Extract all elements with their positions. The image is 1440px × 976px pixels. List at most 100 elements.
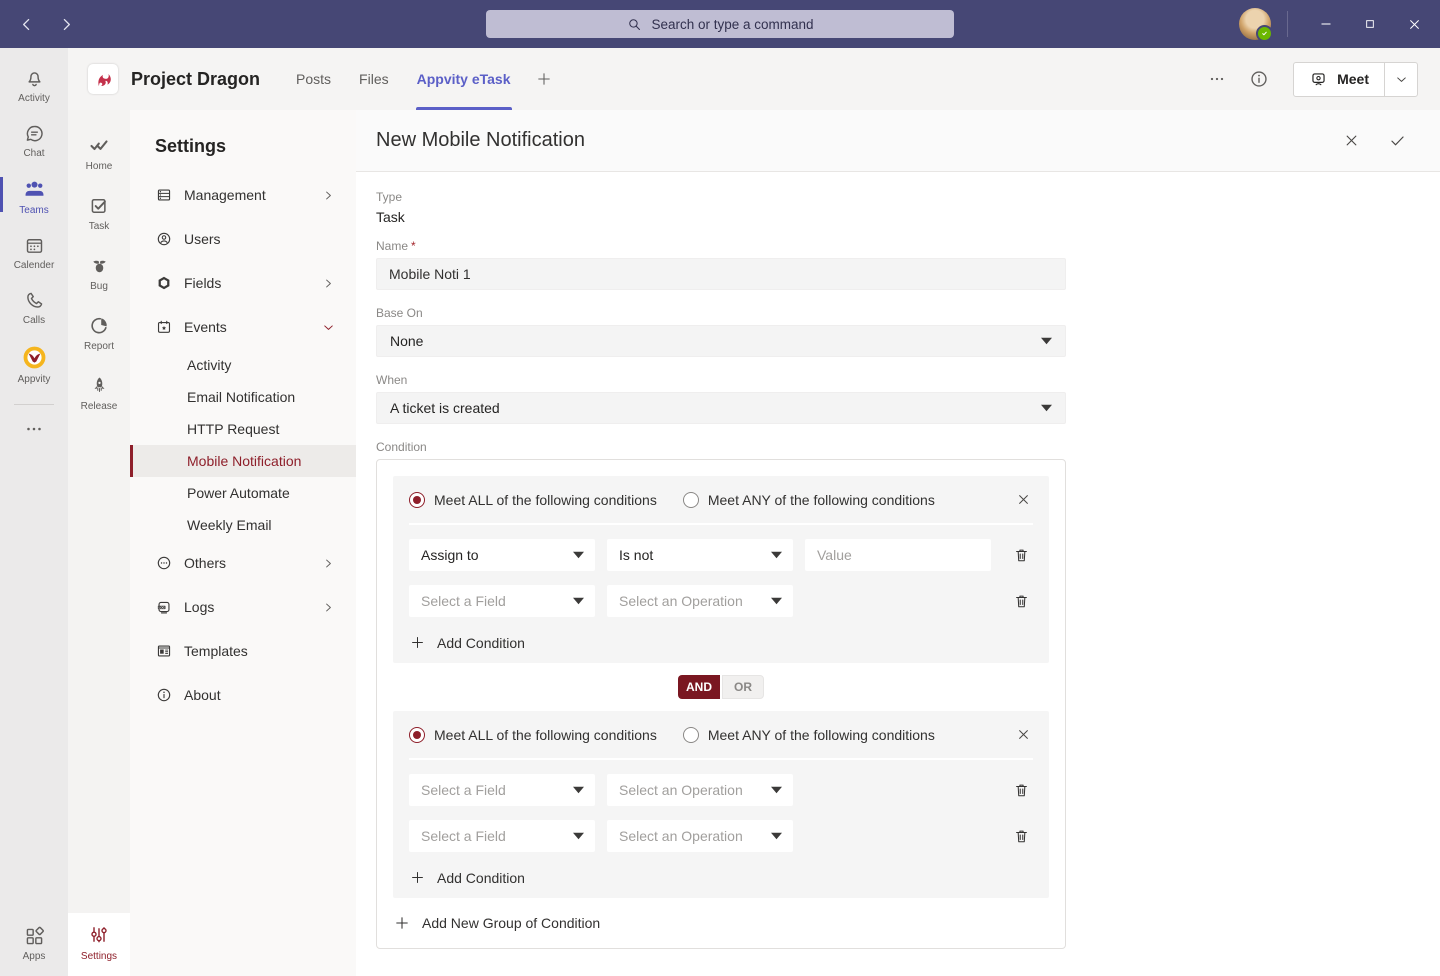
rail-item-activity[interactable]: Activity [0,58,68,113]
apps-grid-icon [23,925,46,948]
back-button[interactable] [16,14,36,34]
and-button[interactable]: AND [678,675,720,699]
nav-item-about[interactable]: About [130,673,356,717]
rail-item-apps[interactable]: Apps [0,916,68,976]
nav-item-others[interactable]: Others [130,541,356,585]
operation-dropdown[interactable]: Select an Operation [607,585,793,617]
condition-row: Select a Field Select an Operation [409,585,1033,617]
or-button[interactable]: OR [722,675,764,699]
chevron-right-icon [321,600,336,615]
tab-appvity-etask[interactable]: Appvity eTask [403,48,525,110]
nav-item-fields[interactable]: Fields [130,261,356,305]
caret-down-icon [573,597,584,605]
log-icon [155,598,173,617]
module-item-report[interactable]: Report [68,303,130,363]
delete-row-button[interactable] [1012,781,1031,800]
module-item-release[interactable]: Release [68,363,130,423]
channel-info-button[interactable] [1245,65,1273,93]
meet-any-radio[interactable]: Meet ANY of the following conditions [683,492,935,508]
tab-files[interactable]: Files [345,48,403,110]
nav-subitem-http-request[interactable]: HTTP Request [130,413,356,445]
add-condition-button[interactable]: Add Condition [409,869,525,886]
value-input[interactable] [805,539,991,571]
meet-any-radio[interactable]: Meet ANY of the following conditions [683,727,935,743]
team-logo [88,64,118,94]
chevron-right-icon [321,276,336,291]
forward-button[interactable] [56,14,76,34]
teams-icon [22,177,47,202]
type-value: Task [376,209,1420,225]
ellipsis-circle-icon [155,554,173,572]
more-options-button[interactable] [1203,65,1231,93]
condition-row: Select a Field Select an Operation [409,820,1033,852]
nav-item-logs[interactable]: Logs [130,585,356,629]
delete-row-button[interactable] [1012,827,1031,846]
field-dropdown[interactable]: Select a Field [409,774,595,806]
nav-subitem-mobile-notification[interactable]: Mobile Notification [130,445,356,477]
maximize-button[interactable] [1348,0,1392,48]
close-window-button[interactable] [1392,0,1436,48]
condition-label: Condition [376,440,1420,454]
add-condition-button[interactable]: Add Condition [409,634,525,651]
rail-item-calendar[interactable]: Calender [0,225,68,280]
remove-group-button[interactable] [1013,490,1033,510]
nav-subitem-activity[interactable]: Activity [130,349,356,381]
nav-subitem-power-automate[interactable]: Power Automate [130,477,356,509]
minimize-button[interactable] [1304,0,1348,48]
bell-icon [23,67,46,90]
base-on-dropdown[interactable]: None [376,325,1066,357]
meet-all-radio[interactable]: Meet ALL of the following conditions [409,727,657,743]
search-input[interactable]: Search or type a command [486,10,954,38]
rail-item-more-apps[interactable] [0,409,68,449]
nav-item-users[interactable]: Users [130,217,356,261]
add-tab-button[interactable] [525,48,563,110]
info-circle-icon [155,686,173,704]
nav-item-templates[interactable]: Templates [130,629,356,673]
condition-container: Meet ALL of the following conditions Mee… [376,459,1066,949]
nav-subitem-email-notification[interactable]: Email Notification [130,381,356,413]
meet-options-button[interactable] [1385,63,1417,96]
nav-item-events[interactable]: Events [130,305,356,349]
module-item-settings[interactable]: Settings [68,913,130,976]
rail-item-teams[interactable]: Teams [0,168,68,225]
team-name: Project Dragon [131,69,260,90]
plus-icon [393,914,411,932]
field-dropdown[interactable]: Assign to [409,539,595,571]
plus-icon [409,634,426,651]
cancel-button[interactable] [1340,130,1362,152]
phone-icon [23,289,46,312]
module-item-home[interactable]: Home [68,122,130,183]
save-button[interactable] [1386,130,1408,152]
delete-row-button[interactable] [1012,546,1031,565]
add-new-group-button[interactable]: Add New Group of Condition [393,914,600,932]
rail-item-appvity[interactable]: Appvity [0,335,68,394]
module-item-task[interactable]: Task [68,183,130,243]
meet-all-radio[interactable]: Meet ALL of the following conditions [409,492,657,508]
name-input[interactable] [376,258,1066,290]
camera-icon [1309,70,1328,89]
rail-item-chat[interactable]: Chat [0,113,68,168]
nav-item-management[interactable]: Management [130,173,356,217]
field-dropdown[interactable]: Select a Field [409,585,595,617]
tab-posts[interactable]: Posts [282,48,345,110]
operation-dropdown[interactable]: Select an Operation [607,820,793,852]
avatar[interactable] [1239,8,1271,40]
form-body: Type Task Name* Base On None [356,172,1440,969]
ellipsis-icon [23,418,45,440]
bug-icon [88,254,111,277]
nav-subitem-weekly-email[interactable]: Weekly Email [130,509,356,541]
field-dropdown[interactable]: Select a Field [409,820,595,852]
when-label: When [376,373,1066,387]
caret-down-icon [573,786,584,794]
rail-item-calls[interactable]: Calls [0,280,68,335]
remove-group-button[interactable] [1013,725,1033,745]
meet-button[interactable]: Meet [1294,63,1385,96]
when-dropdown[interactable]: A ticket is created [376,392,1066,424]
module-item-bug[interactable]: Bug [68,243,130,303]
delete-row-button[interactable] [1012,592,1031,611]
operation-dropdown[interactable]: Select an Operation [607,774,793,806]
operation-dropdown[interactable]: Is not [607,539,793,571]
caret-down-icon [1041,404,1052,412]
radio-unselected-icon [683,727,699,743]
search-placeholder: Search or type a command [651,17,813,32]
